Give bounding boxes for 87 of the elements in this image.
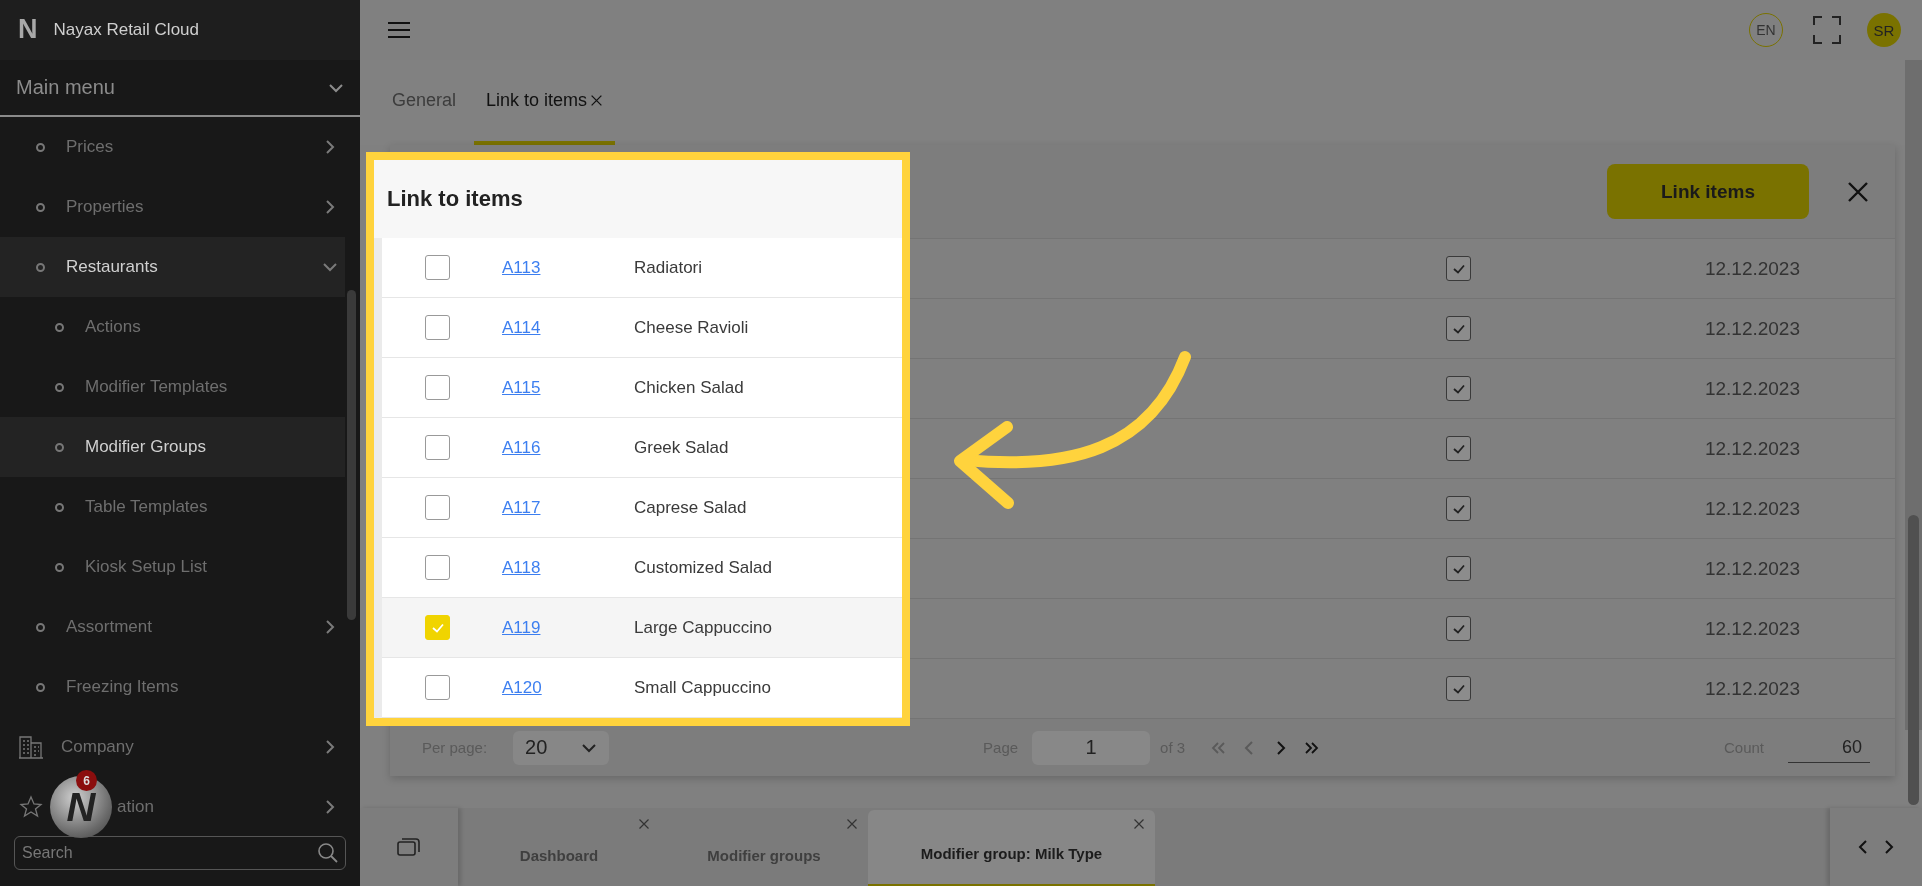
menu-item[interactable]: Assortment xyxy=(66,617,152,637)
windows-icon[interactable] xyxy=(397,836,421,858)
menu-item[interactable]: Freezing Items xyxy=(66,677,179,697)
menu-icon[interactable] xyxy=(388,21,410,39)
fullscreen-icon[interactable] xyxy=(1813,16,1841,44)
search-field[interactable]: Search xyxy=(14,836,346,870)
close-icon[interactable] xyxy=(1846,179,1870,204)
close-icon[interactable] xyxy=(590,94,604,107)
item-name: Radiatori xyxy=(634,257,703,278)
item-name: Cheese Ravioli xyxy=(634,317,749,338)
link-items-button[interactable]: Link items xyxy=(1607,164,1809,219)
tab[interactable]: General xyxy=(380,60,469,145)
star-icon xyxy=(18,795,44,819)
page-field[interactable]: 1 xyxy=(1032,730,1151,765)
checkbox[interactable] xyxy=(1446,676,1471,701)
checkbox[interactable] xyxy=(425,675,450,700)
checkbox[interactable] xyxy=(1446,616,1471,641)
menu-item[interactable]: Table Templates xyxy=(85,497,208,517)
checkbox[interactable] xyxy=(425,255,450,280)
table-cell-text: 12.12.2023 xyxy=(1703,437,1801,460)
item-name: Chicken Salad xyxy=(634,377,744,398)
item-code-link[interactable]: A117 xyxy=(502,497,634,518)
scrollbar-thumb[interactable] xyxy=(347,290,356,620)
item-code-link[interactable]: A118 xyxy=(502,557,634,578)
bullet-icon xyxy=(55,562,64,572)
menu-item[interactable]: Properties xyxy=(66,197,144,217)
checkbox[interactable] xyxy=(1446,496,1471,521)
scrollbar-thumb[interactable] xyxy=(1908,515,1919,805)
per-page-select[interactable]: 20 xyxy=(513,730,610,765)
close-icon[interactable] xyxy=(846,818,858,830)
bullet-icon xyxy=(36,682,45,692)
item-code-link[interactable]: A116 xyxy=(502,437,634,458)
menu-item[interactable]: Modifier Templates xyxy=(85,377,228,397)
user-avatar[interactable]: SR xyxy=(1867,13,1901,47)
checkbox[interactable] xyxy=(1446,376,1471,401)
table-cell-text: 12.12.2023 xyxy=(1703,377,1801,400)
table-cell-text: 12.12.2023 xyxy=(1703,497,1801,520)
table-cell-text: 12.12.2023 xyxy=(1703,617,1801,640)
checkbox[interactable] xyxy=(1446,316,1471,341)
menu-item[interactable]: Modifier Groups xyxy=(0,417,345,477)
menu-item[interactable]: Kiosk Setup List xyxy=(85,557,207,577)
checkbox[interactable] xyxy=(425,555,450,580)
search-icon xyxy=(317,842,339,864)
app-name: Nayax Retail Cloud xyxy=(53,20,199,40)
bullet-icon xyxy=(36,622,45,632)
bullet-icon xyxy=(36,202,45,212)
checkbox[interactable] xyxy=(1446,256,1471,281)
item-name: Customized Salad xyxy=(634,557,772,578)
table-cell-text: 12.12.2023 xyxy=(1703,677,1801,700)
logo: N xyxy=(18,15,38,45)
menu-item[interactable]: Restaurants xyxy=(0,237,345,297)
item-name: Caprese Salad xyxy=(634,497,747,518)
close-icon[interactable] xyxy=(638,818,650,830)
building-icon xyxy=(18,735,44,759)
item-name: Greek Salad xyxy=(634,437,729,458)
close-icon[interactable] xyxy=(1133,818,1145,830)
checkbox[interactable] xyxy=(1446,556,1471,581)
item-code-link[interactable]: A115 xyxy=(502,377,634,398)
bullet-icon xyxy=(55,502,64,512)
table-cell-text: 12.12.2023 xyxy=(1703,557,1801,580)
table-cell-text: 12.12.2023 xyxy=(1703,317,1801,340)
item-code-link[interactable]: A119 xyxy=(502,617,634,638)
bullet-icon xyxy=(55,442,64,452)
checkbox[interactable] xyxy=(425,435,450,460)
page-tab[interactable]: Modifier groups xyxy=(660,810,868,886)
bullet-icon xyxy=(55,382,64,392)
item-name: Small Cappuccino xyxy=(634,677,771,698)
count-field: 60 xyxy=(1788,732,1870,763)
item-code-link[interactable]: A120 xyxy=(502,677,634,698)
checkbox[interactable] xyxy=(425,375,450,400)
item-code-link[interactable]: A113 xyxy=(502,257,634,278)
item-name: Large Cappuccino xyxy=(634,617,772,638)
menu-item[interactable]: Company xyxy=(61,737,134,757)
bullet-icon xyxy=(36,142,45,152)
page-tab[interactable]: Dashboard xyxy=(458,810,660,886)
menu-item[interactable]: ation xyxy=(117,797,154,817)
checkbox[interactable] xyxy=(425,315,450,340)
checkbox[interactable] xyxy=(1446,436,1471,461)
item-code-link[interactable]: A114 xyxy=(502,317,634,338)
bullet-icon xyxy=(55,322,64,332)
menu-item[interactable]: Prices xyxy=(66,137,114,157)
menu-item[interactable]: Actions xyxy=(85,317,141,337)
dialog-title: Link to items xyxy=(387,186,523,212)
bullet-icon xyxy=(36,262,45,272)
table-cell-text: 12.12.2023 xyxy=(1703,257,1801,280)
page-tab[interactable]: Modifier group: Milk Type xyxy=(868,810,1155,886)
checkbox[interactable] xyxy=(425,495,450,520)
